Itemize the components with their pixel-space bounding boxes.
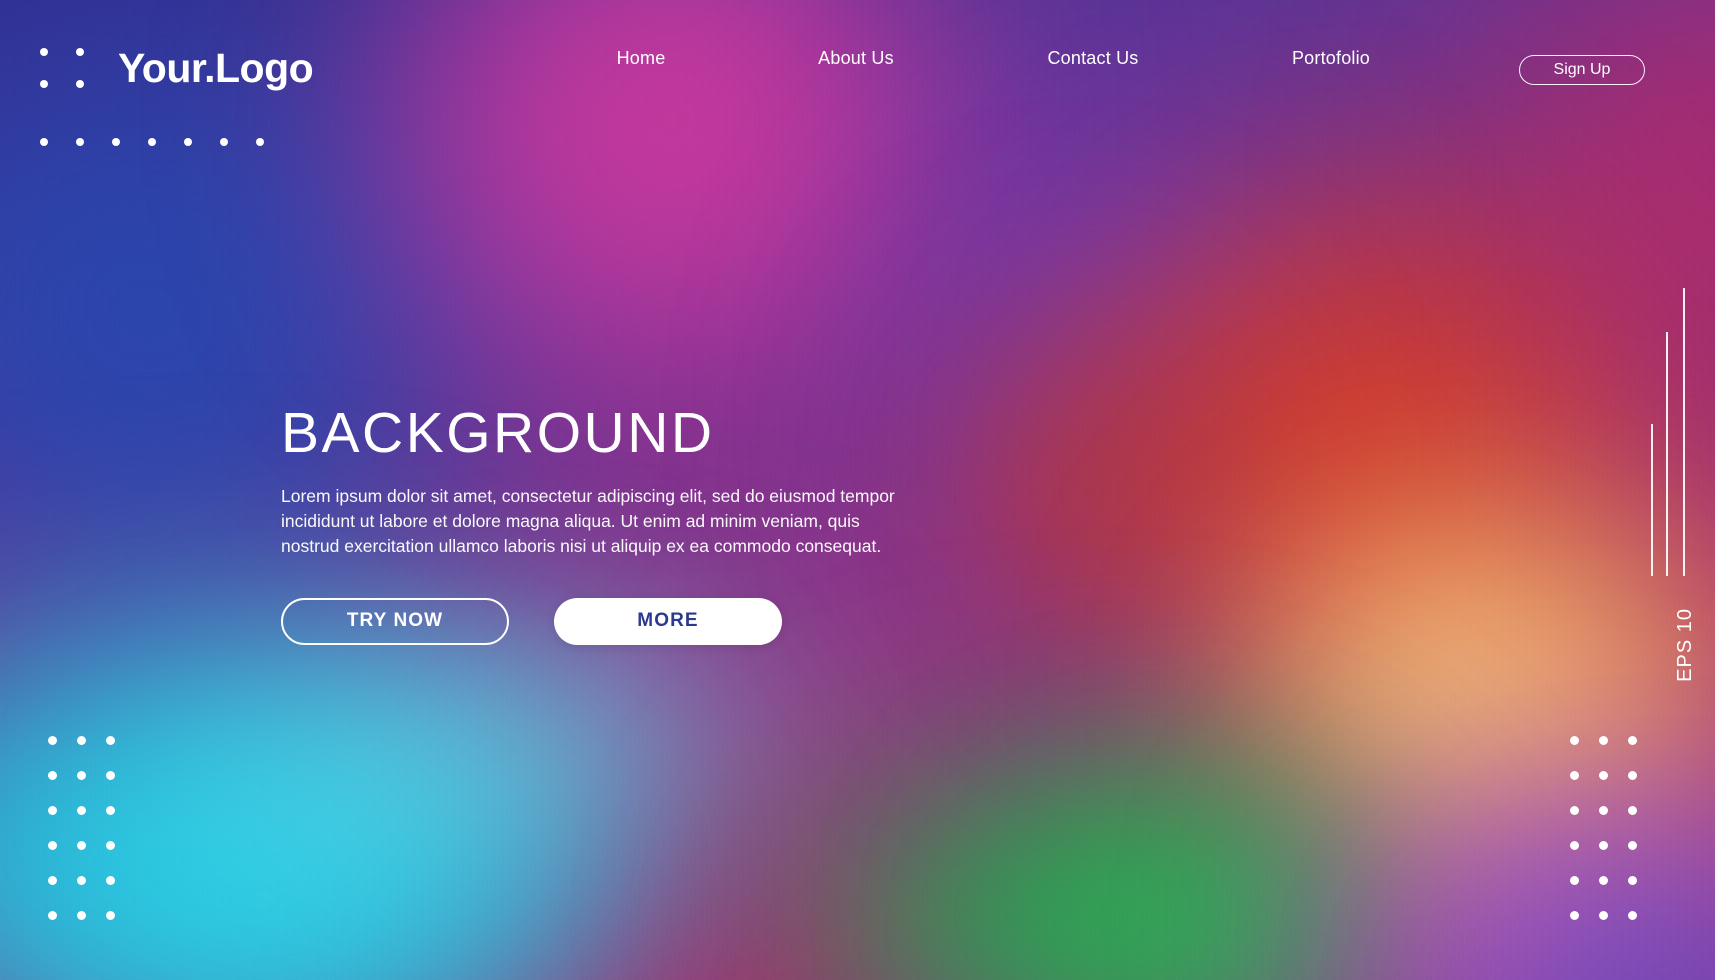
nav-item-home[interactable]: Home xyxy=(617,48,666,69)
rail-line-medium xyxy=(1666,332,1668,576)
logo-text: Your.Logo xyxy=(118,45,314,91)
hero-cta-row: TRY NOW MORE xyxy=(281,597,921,645)
logo-dots-left xyxy=(40,48,112,112)
nav-item-portofolio[interactable]: Portofolio xyxy=(1292,48,1370,69)
logo[interactable]: Your.Logo xyxy=(40,40,314,146)
hero-section: BACKGROUND Lorem ipsum dolor sit amet, c… xyxy=(281,405,921,645)
nav-item-contact-us[interactable]: Contact Us xyxy=(1047,48,1138,69)
nav-item-about-us[interactable]: About Us xyxy=(818,48,894,69)
hero-title: BACKGROUND xyxy=(281,401,715,465)
page-root: Your.Logo Home About Us Contact Us Porto… xyxy=(0,0,1715,980)
logo-dots-bottom xyxy=(40,138,292,146)
dot-grid-bottom-right xyxy=(1570,736,1657,946)
site-header: Your.Logo Home About Us Contact Us Porto… xyxy=(0,0,1715,146)
try-now-button[interactable]: TRY NOW xyxy=(281,597,509,645)
more-button[interactable]: MORE xyxy=(554,597,782,645)
rail-line-short xyxy=(1651,424,1653,576)
dot-grid-bottom-left xyxy=(48,736,135,946)
rail-line-long xyxy=(1683,288,1685,576)
hero-description: Lorem ipsum dolor sit amet, consectetur … xyxy=(281,486,895,556)
eps-version-label: EPS 10 xyxy=(1674,608,1696,682)
